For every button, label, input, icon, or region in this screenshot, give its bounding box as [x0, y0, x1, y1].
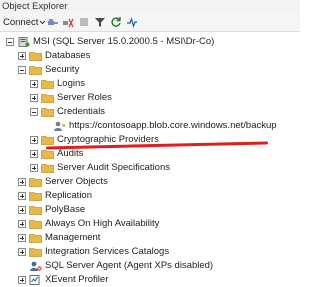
plug-icon [48, 19, 58, 25]
stop-icon [80, 18, 88, 26]
server-audit-specifications-label: Server Audit Specifications [57, 162, 171, 173]
credential-item-label: https://contosoapp.blob.core.windows.net… [69, 120, 277, 131]
folder-icon [41, 164, 54, 173]
tree-node-sql-agent[interactable]: SQL Server Agent (Agent XPs disabled) [29, 259, 213, 273]
integration-services-label: Integration Services Catalogs [45, 246, 170, 257]
tree-node-server[interactable]: MSI (SQL Server 15.0.2000.5 - MSI\Dr-Co) [6, 35, 214, 49]
disconnect-button[interactable] [62, 16, 74, 28]
collapse-toggle[interactable] [18, 66, 26, 74]
expand-toggle[interactable] [30, 164, 38, 172]
folder-icon [29, 248, 42, 257]
tree-node-databases[interactable]: Databases [18, 49, 90, 63]
folder-icon [41, 108, 54, 117]
folder-icon [29, 234, 42, 243]
folder-icon [29, 220, 42, 229]
expand-toggle[interactable] [30, 150, 38, 158]
databases-label: Databases [45, 50, 91, 61]
tree-node-server-audit-specifications[interactable]: Server Audit Specifications [30, 161, 170, 175]
server-label: MSI (SQL Server 15.0.2000.5 - MSI\Dr-Co) [33, 36, 215, 47]
always-on-label: Always On High Availability [45, 218, 160, 229]
folder-icon [41, 150, 54, 159]
chevron-down-icon [40, 20, 46, 25]
expand-toggle[interactable] [18, 206, 26, 214]
tree-node-credentials[interactable]: Credentials [30, 105, 105, 119]
activity-monitor-icon [127, 17, 137, 28]
tree-node-always-on[interactable]: Always On High Availability [18, 217, 159, 231]
filter-button[interactable] [94, 16, 106, 28]
collapse-toggle[interactable] [30, 108, 38, 116]
activity-monitor-button[interactable] [126, 16, 138, 28]
replication-label: Replication [45, 190, 92, 201]
expand-toggle[interactable] [18, 192, 26, 200]
tree-node-management[interactable]: Management [18, 231, 100, 245]
connect-object-explorer-button[interactable] [47, 16, 59, 28]
logins-label: Logins [57, 78, 85, 89]
expand-toggle[interactable] [18, 52, 26, 60]
folder-icon [29, 178, 42, 187]
tree-node-xevent-profiler[interactable]: XEvent Profiler [18, 273, 108, 287]
expand-toggle[interactable] [18, 178, 26, 186]
connect-button[interactable]: Connect [3, 16, 46, 28]
connect-label: Connect [3, 16, 39, 28]
expand-toggle[interactable] [18, 276, 26, 284]
tree-node-server-objects[interactable]: Server Objects [18, 175, 108, 189]
server-roles-label: Server Roles [57, 92, 112, 103]
filter-icon [95, 18, 105, 27]
tree-node-integration-services[interactable]: Integration Services Catalogs [18, 245, 169, 259]
panel-title: Object Explorer [2, 1, 68, 12]
refresh-button[interactable] [110, 16, 122, 28]
credentials-label: Credentials [57, 106, 106, 117]
sql-agent-label: SQL Server Agent (Agent XPs disabled) [45, 260, 214, 271]
collapse-toggle[interactable] [6, 38, 14, 46]
toolbar: Connect [0, 13, 300, 32]
server-objects-label: Server Objects [45, 176, 108, 187]
tree-node-security[interactable]: Security [18, 63, 79, 77]
expand-toggle[interactable] [30, 80, 38, 88]
xevent-profiler-icon [29, 275, 40, 285]
tree-node-audits[interactable]: Audits [30, 147, 83, 161]
tree-node-server-roles[interactable]: Server Roles [30, 91, 112, 105]
expand-toggle[interactable] [18, 234, 26, 242]
expand-toggle[interactable] [30, 136, 38, 144]
folder-icon [29, 206, 42, 215]
server-icon [18, 37, 30, 47]
refresh-icon [111, 17, 121, 27]
expand-toggle[interactable] [18, 248, 26, 256]
folder-icon [29, 66, 42, 75]
tree-node-logins[interactable]: Logins [30, 77, 85, 91]
folder-icon [41, 136, 54, 145]
tree-node-polybase[interactable]: PolyBase [18, 203, 85, 217]
management-label: Management [45, 232, 101, 243]
credential-icon [54, 121, 65, 131]
folder-icon [29, 192, 42, 201]
audits-label: Audits [57, 148, 84, 159]
expand-toggle[interactable] [30, 94, 38, 102]
polybase-label: PolyBase [45, 204, 86, 215]
folder-icon [41, 94, 54, 103]
security-label: Security [45, 64, 80, 75]
folder-icon [41, 80, 54, 89]
tree-node-replication[interactable]: Replication [18, 189, 92, 203]
expand-toggle[interactable] [18, 220, 26, 228]
folder-icon [29, 52, 42, 61]
tree-node-credential-item[interactable]: https://contosoapp.blob.core.windows.net… [53, 119, 277, 133]
object-explorer-tree: MSI (SQL Server 15.0.2000.5 - MSI\Dr-Co)… [0, 32, 300, 285]
stop-button[interactable] [78, 16, 90, 28]
xevent-profiler-label: XEvent Profiler [45, 274, 109, 285]
panel-title-bar: Object Explorer [0, 0, 300, 13]
sql-agent-icon [30, 261, 42, 271]
disconnect-icon [63, 18, 74, 28]
